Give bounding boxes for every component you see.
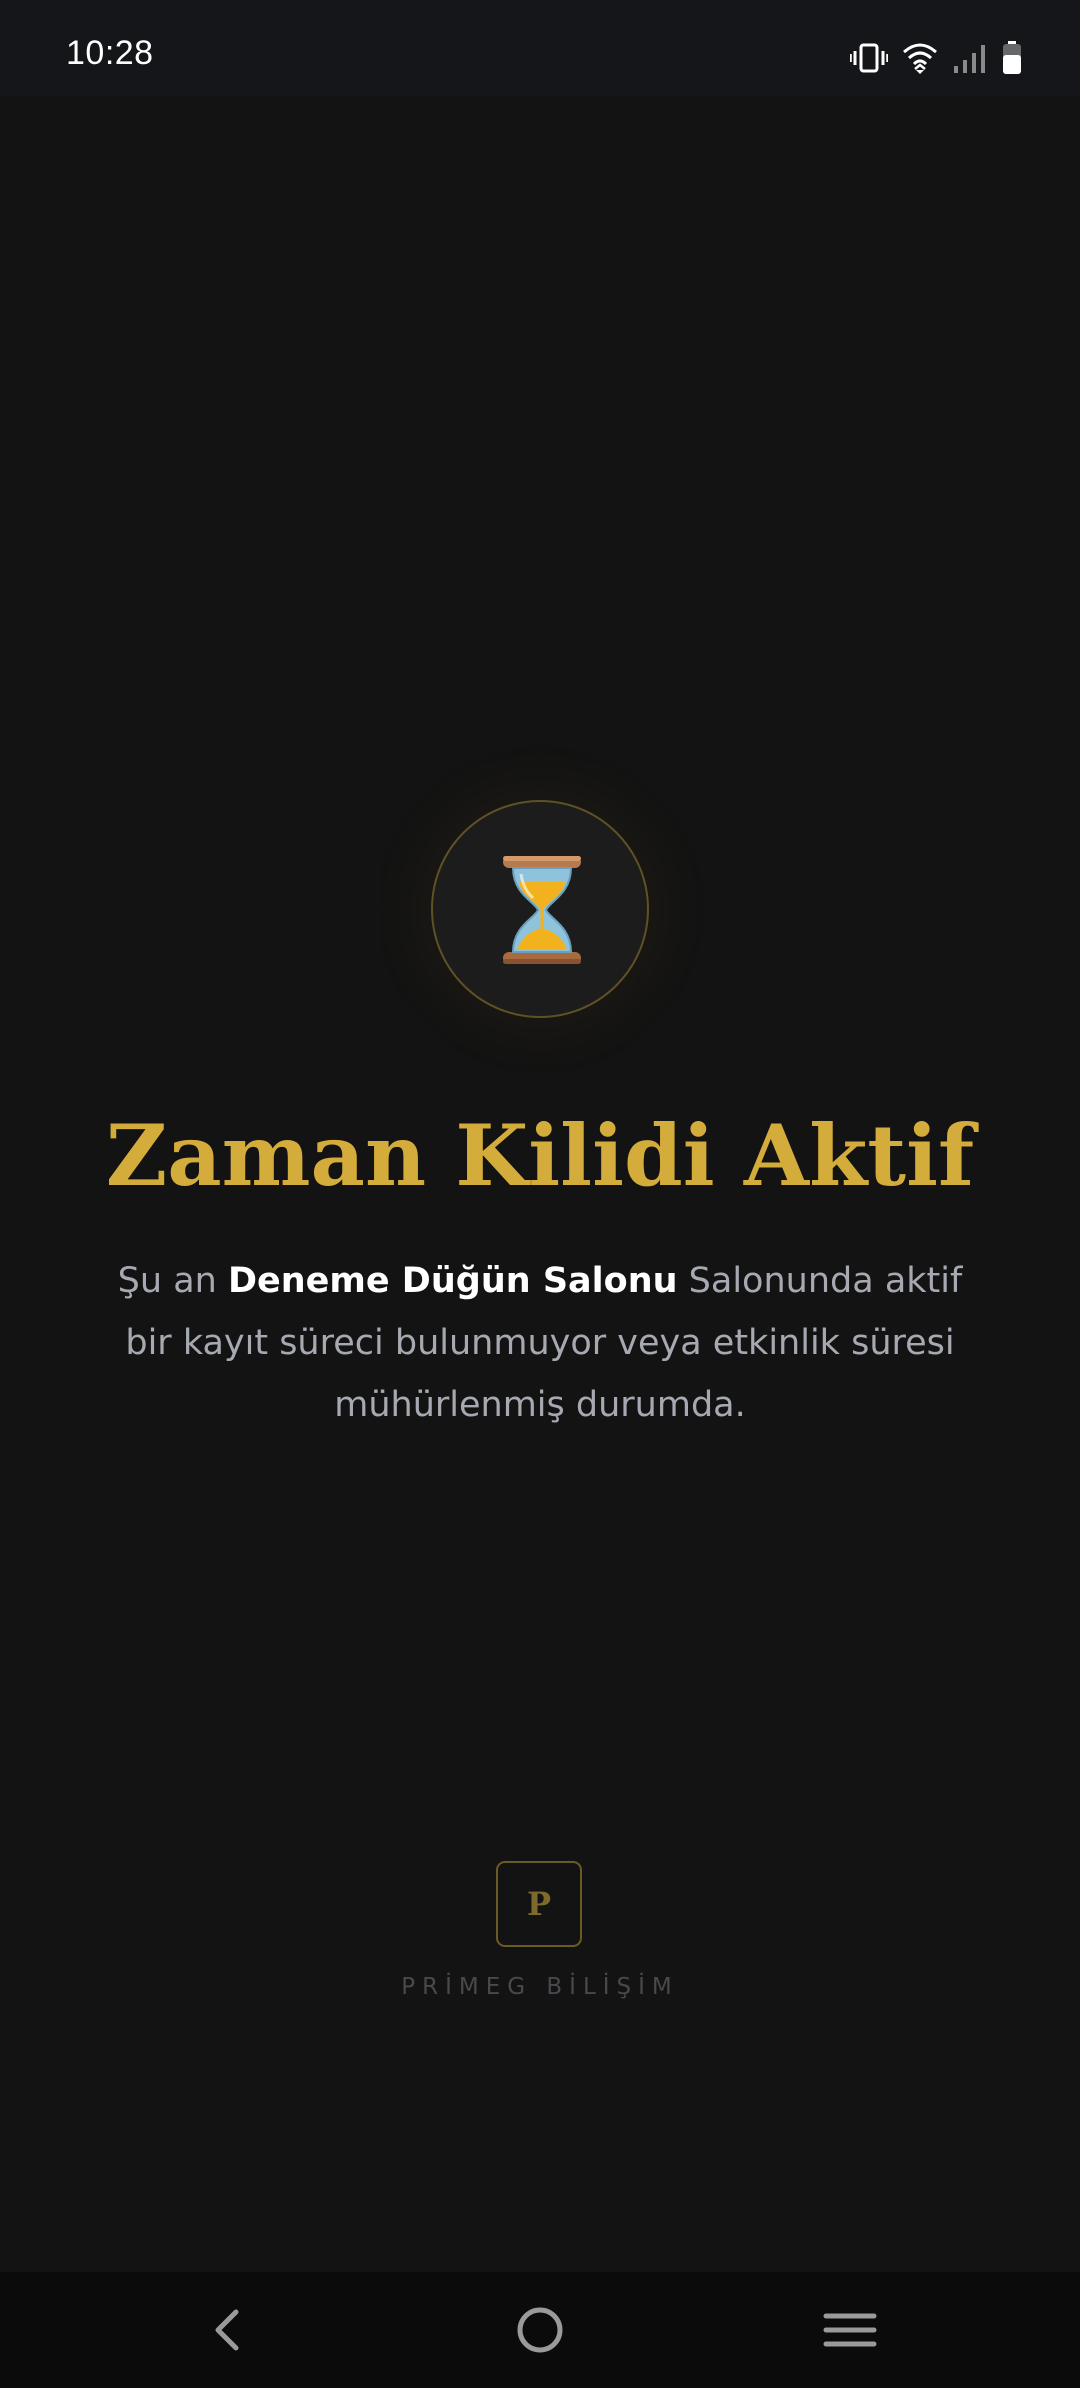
recents-icon[interactable] xyxy=(820,2300,880,2360)
wifi-icon xyxy=(903,43,937,74)
status-bar: 10:28 xyxy=(0,0,1080,96)
app-screen: 10:28 Zaman Kilidi Aktif Şu an Deneme Dü… xyxy=(0,0,1080,2388)
brand-name: PRİMEG BİLİŞİM xyxy=(401,1974,679,2000)
hourglass-badge xyxy=(431,800,649,1018)
home-icon[interactable] xyxy=(510,2300,570,2360)
back-icon[interactable] xyxy=(198,2300,258,2360)
status-time: 10:28 xyxy=(66,34,154,72)
page-title: Zaman Kilidi Aktif xyxy=(105,1106,975,1205)
venue-name: Deneme Düğün Salonu xyxy=(227,1261,678,1301)
status-icons xyxy=(836,38,1022,78)
status-message: Şu an Deneme Düğün Salonu Salonunda akti… xyxy=(90,1250,990,1436)
battery-icon xyxy=(1003,41,1021,74)
brand-logo: P xyxy=(496,1861,582,1947)
signal-icon xyxy=(954,45,985,73)
navigation-bar xyxy=(0,2272,1080,2388)
hourglass-icon xyxy=(503,856,581,964)
message-prefix: Şu an xyxy=(117,1261,228,1301)
vibrate-icon xyxy=(850,43,888,73)
